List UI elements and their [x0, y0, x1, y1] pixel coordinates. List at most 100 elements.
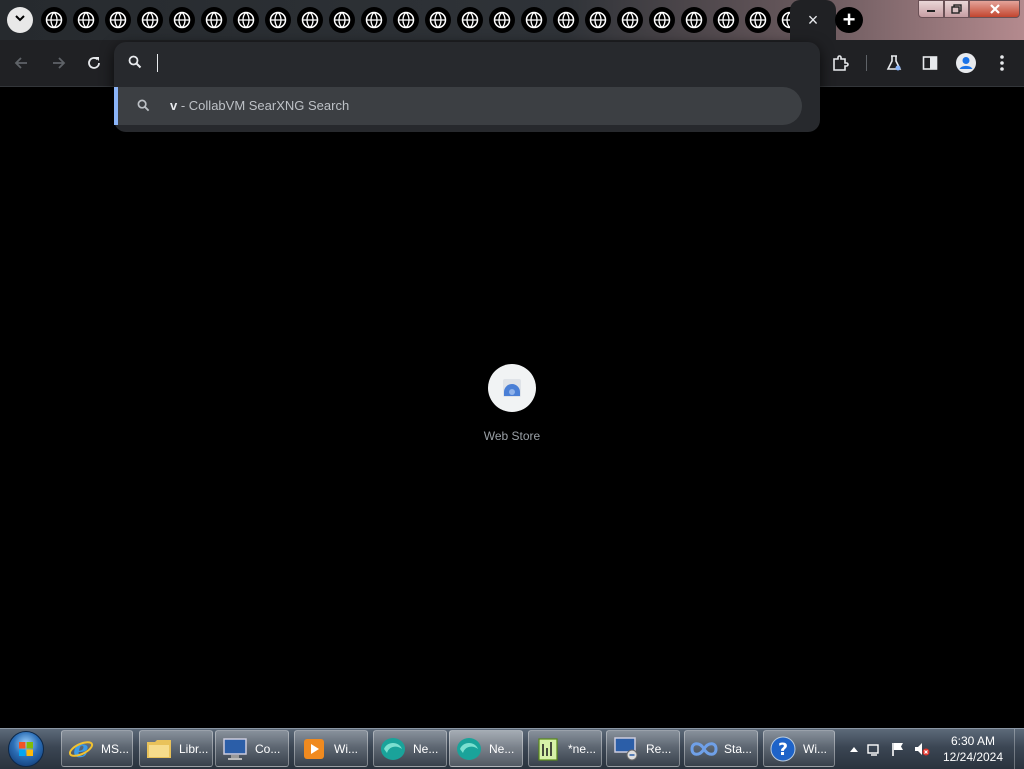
help-icon: ? — [768, 734, 798, 764]
back-button[interactable] — [7, 48, 37, 78]
tab[interactable] — [326, 5, 358, 35]
svg-text:?: ? — [778, 740, 788, 760]
menu-button[interactable] — [987, 48, 1017, 78]
minimize-button[interactable] — [918, 0, 944, 18]
globe-icon — [105, 7, 131, 33]
suggestion-separator: - — [177, 98, 189, 113]
globe-icon — [521, 7, 547, 33]
shortcut-label: Web Store — [483, 429, 541, 443]
close-icon — [989, 4, 1000, 14]
tab-active[interactable]: × — [790, 0, 836, 40]
labs-button[interactable] — [879, 48, 909, 78]
globe-icon — [425, 7, 451, 33]
tab[interactable] — [678, 5, 710, 35]
profile-button[interactable] — [951, 48, 981, 78]
close-icon[interactable]: × — [808, 11, 819, 29]
taskbar-button[interactable]: Sta... — [684, 730, 758, 767]
address-bar-input[interactable] — [156, 51, 800, 77]
extensions-button[interactable] — [825, 48, 855, 78]
tab[interactable] — [646, 5, 678, 35]
show-hidden-icons-button[interactable] — [846, 741, 862, 757]
tab-search-button[interactable] — [7, 7, 33, 33]
clock[interactable]: 6:30 AM 12/24/2024 — [934, 733, 1012, 765]
tab[interactable] — [198, 5, 230, 35]
globe-icon — [265, 7, 291, 33]
puzzle-icon — [833, 55, 849, 71]
taskbar-button-label: MS... — [101, 741, 130, 756]
tab-strip: × + — [0, 0, 1024, 40]
tab[interactable] — [230, 5, 262, 35]
omnibox[interactable] — [114, 42, 820, 84]
window-controls — [918, 0, 1020, 18]
speaker-muted-icon — [915, 743, 930, 756]
tab[interactable] — [102, 5, 134, 35]
tab[interactable] — [38, 5, 70, 35]
taskbar-button-label: *ne... — [568, 741, 597, 756]
omnibox-dropdown: v - CollabVM SearXNG Search — [114, 42, 820, 132]
tab[interactable] — [166, 5, 198, 35]
taskbar-button[interactable]: Libr... — [139, 730, 213, 767]
tab[interactable] — [518, 5, 550, 35]
tab[interactable] — [614, 5, 646, 35]
browser-icon — [378, 734, 408, 764]
tab[interactable] — [134, 5, 166, 35]
tab[interactable] — [742, 5, 774, 35]
computer-icon — [220, 734, 250, 764]
tab[interactable] — [710, 5, 742, 35]
tab[interactable] — [70, 5, 102, 35]
suggestion-text: v - CollabVM SearXNG Search — [170, 98, 349, 113]
globe-icon — [233, 7, 259, 33]
window-close-button[interactable] — [969, 0, 1020, 18]
suggestion-engine: CollabVM SearXNG Search — [188, 98, 350, 113]
restore-button[interactable] — [944, 0, 969, 18]
tab[interactable] — [550, 5, 582, 35]
taskbar-button[interactable]: e MS... — [61, 730, 133, 767]
taskbar-button[interactable]: Ne... — [449, 730, 523, 767]
suggestion-highlight-bar — [114, 87, 118, 125]
globe-icon — [73, 7, 99, 33]
shortcut-web-store[interactable]: Web Store — [472, 360, 552, 450]
tab[interactable] — [486, 5, 518, 35]
taskbar-button[interactable]: ? Wi... — [763, 730, 835, 767]
taskbar-button[interactable]: Re... — [606, 730, 680, 767]
globe-icon — [169, 7, 195, 33]
tab[interactable] — [390, 5, 422, 35]
globe-icon — [137, 7, 163, 33]
reload-button[interactable] — [79, 48, 109, 78]
notepad-icon — [533, 734, 563, 764]
globe-icon — [297, 7, 323, 33]
volume-tray-icon[interactable] — [914, 741, 930, 757]
new-tab-button[interactable]: + — [835, 7, 863, 33]
more-vert-icon — [1000, 55, 1004, 71]
tab[interactable] — [422, 5, 454, 35]
taskbar-button-label: Libr... — [179, 741, 209, 756]
taskbar-button[interactable]: Wi... — [294, 730, 368, 767]
globe-icon — [553, 7, 579, 33]
windows-logo-icon — [8, 731, 44, 767]
start-button[interactable] — [6, 731, 46, 767]
tab[interactable] — [582, 5, 614, 35]
taskbar-button[interactable]: Co... — [215, 730, 289, 767]
arrow-left-icon — [14, 57, 27, 69]
globe-icon — [489, 7, 515, 33]
globe-icon — [329, 7, 355, 33]
toolbar-divider — [866, 55, 867, 71]
omnibox-suggestion[interactable]: v - CollabVM SearXNG Search — [114, 87, 802, 125]
taskbar-button-label: Re... — [646, 741, 672, 756]
taskbar-button[interactable]: Ne... — [373, 730, 447, 767]
tab[interactable] — [294, 5, 326, 35]
side-panel-button[interactable] — [915, 48, 945, 78]
taskbar-button-label: Wi... — [803, 741, 827, 756]
network-tray-icon[interactable] — [866, 741, 882, 757]
show-desktop-button[interactable] — [1014, 729, 1024, 769]
forward-button[interactable] — [43, 48, 73, 78]
globe-icon — [585, 7, 611, 33]
action-center-tray-icon[interactable] — [890, 741, 906, 757]
tab[interactable] — [262, 5, 294, 35]
tab[interactable] — [358, 5, 390, 35]
globe-icon — [41, 7, 67, 33]
chevron-down-icon — [14, 11, 26, 29]
taskbar-button[interactable]: *ne... — [528, 730, 602, 767]
internet-explorer-icon: e — [66, 734, 96, 764]
tab[interactable] — [454, 5, 486, 35]
